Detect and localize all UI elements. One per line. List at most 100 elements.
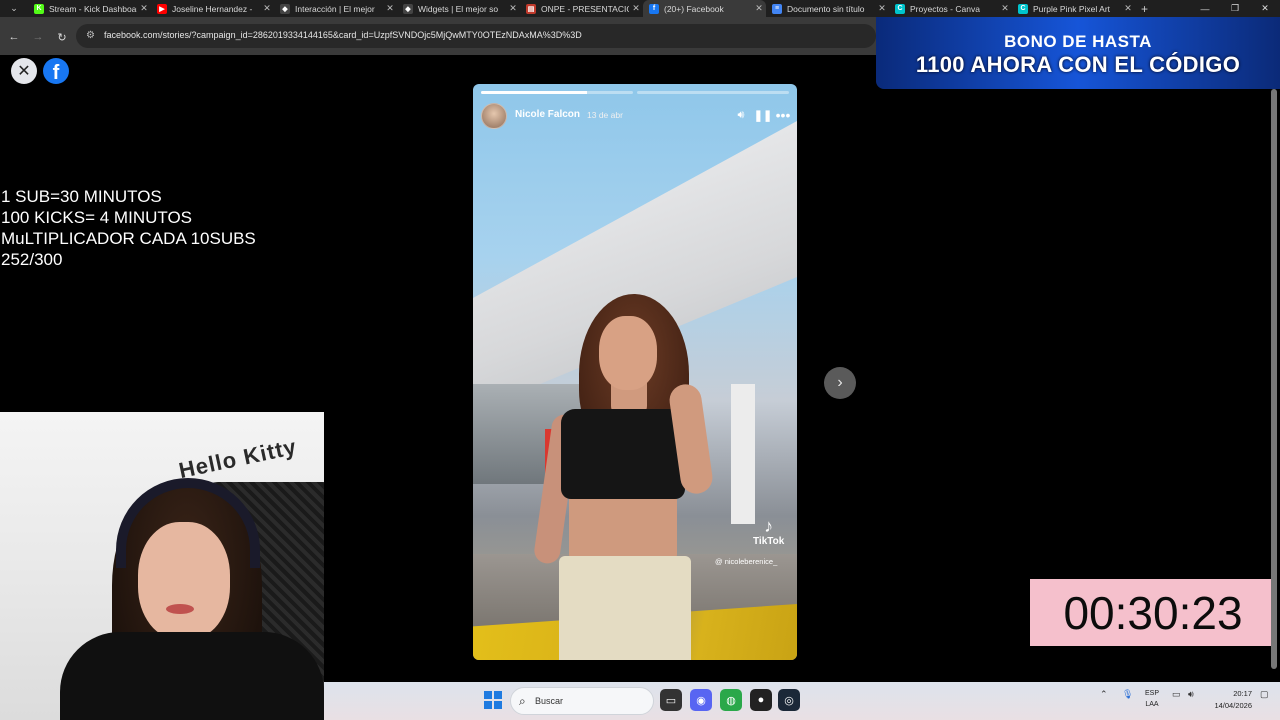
wall-decal-text: Hello Kitty bbox=[176, 433, 299, 484]
tab-close-icon[interactable]: ✕ bbox=[506, 3, 520, 14]
browser-tab[interactable]: ≡ Documento sin título ✕ bbox=[766, 0, 889, 17]
tab-close-icon[interactable]: ✕ bbox=[1121, 3, 1135, 14]
more-options-icon[interactable]: ••• bbox=[775, 107, 791, 123]
clock-time: 20:17 bbox=[1233, 689, 1252, 698]
close-icon: ✕ bbox=[17, 63, 31, 80]
facebook-icon: f bbox=[52, 62, 60, 84]
story-progress-segment bbox=[637, 91, 789, 94]
browser-tab[interactable]: ◆ Widgets | El mejor so ✕ bbox=[397, 0, 520, 17]
promo-banner: BONO DE HASTA 1100 AHORA CON EL CÓDIGO bbox=[876, 17, 1280, 89]
tab-close-icon[interactable]: ✕ bbox=[137, 3, 151, 14]
tab-title: Purple Pink Pixel Art bbox=[1033, 3, 1111, 14]
page-scrollbar[interactable] bbox=[1270, 89, 1278, 679]
browser-tab[interactable]: ▤ ONPE - PRESENTACIÓ ✕ bbox=[520, 0, 643, 17]
tab-title: Interacción | El mejor bbox=[295, 3, 375, 14]
steam-icon[interactable]: ◎ bbox=[778, 689, 800, 711]
new-tab-button[interactable]: + bbox=[1141, 2, 1148, 16]
browser-tab-bar: ⌄ K Stream - Kick Dashboard ✕ ▶ Joseline Her… bbox=[0, 0, 1280, 17]
facebook-logo[interactable]: f bbox=[43, 58, 69, 84]
keyboard-layout: LAA bbox=[1145, 701, 1159, 708]
task-view-icon[interactable]: ▭ bbox=[660, 689, 682, 711]
timer-value: 00:30:23 bbox=[1063, 586, 1243, 639]
browser-tab[interactable]: C Proyectos - Canva ✕ bbox=[889, 0, 1012, 17]
story-author-name[interactable]: Nicole Falcon bbox=[515, 109, 580, 120]
volume-icon[interactable]: 🔊︎ bbox=[733, 107, 749, 123]
language-indicator[interactable]: ESP LAA bbox=[1144, 688, 1160, 710]
overlay-line: 252/300 bbox=[1, 250, 63, 269]
overlay-line: 100 KICKS= 4 MINUTOS bbox=[1, 208, 193, 227]
tab-search-button[interactable]: ⌄ bbox=[0, 0, 28, 17]
back-icon[interactable]: ← bbox=[6, 29, 22, 45]
obs-icon[interactable]: ● bbox=[750, 689, 772, 711]
story-scene-pillar bbox=[731, 384, 755, 524]
minimize-button[interactable]: — bbox=[1190, 0, 1220, 17]
streamer-shirt bbox=[60, 632, 324, 720]
next-story-button[interactable]: › bbox=[824, 367, 856, 399]
story-viewer[interactable]: Nicole Falcon 13 de abr 🔊︎ ❚❚ ••• ♪ TikT… bbox=[473, 84, 797, 660]
site-settings-icon[interactable]: ⚙ bbox=[86, 30, 98, 42]
tabs-container: K Stream - Kick Dashboard ✕ ▶ Joseline Herna… bbox=[28, 0, 1135, 17]
reload-icon[interactable]: ↻ bbox=[54, 29, 70, 45]
search-icon: ⌕ bbox=[519, 694, 526, 708]
microphone-icon[interactable]: 🎙︎ bbox=[1122, 689, 1133, 700]
close-window-button[interactable]: ✕ bbox=[1250, 0, 1280, 17]
tab-favicon-icon: C bbox=[895, 3, 905, 14]
tab-favicon-icon: C bbox=[1018, 3, 1028, 14]
discord-icon[interactable]: ◉ bbox=[690, 689, 712, 711]
address-input[interactable]: ⚙ facebook.com/stories/?campaign_id=2862… bbox=[76, 24, 876, 48]
tab-close-icon[interactable]: ✕ bbox=[260, 3, 274, 14]
streamer-lips bbox=[166, 604, 194, 614]
story-date: 13 de abr bbox=[587, 110, 623, 120]
overlay-line: MuLTIPLICADOR CADA 10SUBS bbox=[1, 229, 256, 248]
browser-tab[interactable]: C Purple Pink Pixel Art ✕ bbox=[1012, 0, 1135, 17]
story-person-face bbox=[599, 316, 657, 390]
tab-close-icon[interactable]: ✕ bbox=[998, 3, 1012, 14]
tab-favicon-icon: ▶ bbox=[157, 3, 167, 14]
tab-title: Stream - Kick Dashboard bbox=[49, 3, 137, 14]
browser-tab[interactable]: f (20+) Facebook ✕ bbox=[643, 0, 766, 17]
tray-overflow-icon[interactable]: ⌃ bbox=[1100, 689, 1108, 700]
tab-favicon-icon: K bbox=[34, 3, 44, 14]
promo-line-1: BONO DE HASTA bbox=[1004, 32, 1152, 51]
url-text: facebook.com/stories/?campaign_id=286201… bbox=[104, 30, 582, 40]
story-progress-segment bbox=[481, 91, 633, 94]
scrollbar-thumb[interactable] bbox=[1271, 89, 1277, 669]
story-progress-bar bbox=[481, 91, 789, 94]
chevron-right-icon: › bbox=[837, 374, 843, 391]
windows-start-icon[interactable] bbox=[484, 691, 502, 709]
language-code: ESP bbox=[1144, 690, 1159, 697]
network-icon[interactable]: ▭ bbox=[1172, 689, 1181, 700]
tab-close-icon[interactable]: ✕ bbox=[383, 3, 397, 14]
tab-close-icon[interactable]: ✕ bbox=[875, 3, 889, 14]
tiktok-watermark: ♪ TikTok bbox=[753, 516, 784, 547]
story-header: Nicole Falcon 13 de abr 🔊︎ ❚❚ ••• bbox=[481, 102, 791, 130]
tab-favicon-icon: ◆ bbox=[403, 3, 413, 14]
stream-goal-overlay: 1 SUB=30 MINUTOS 100 KICKS= 4 MINUTOS Mu… bbox=[1, 186, 256, 270]
tab-favicon-icon: ≡ bbox=[772, 3, 782, 14]
taskbar-search[interactable]: ⌕ Buscar bbox=[510, 687, 654, 715]
taskbar-clock[interactable]: 20:17 14/04/2026 bbox=[1202, 688, 1252, 712]
clock-date: 14/04/2026 bbox=[1214, 701, 1252, 710]
maximize-button[interactable]: ❐ bbox=[1220, 0, 1250, 17]
chrome-icon[interactable]: ◍ bbox=[720, 689, 742, 711]
subathon-timer: 00:30:23 bbox=[1030, 579, 1276, 646]
tab-title: (20+) Facebook bbox=[664, 3, 724, 14]
notifications-icon[interactable]: ▢ bbox=[1260, 689, 1269, 700]
volume-tray-icon[interactable]: 🔊︎ bbox=[1188, 689, 1194, 700]
story-person-torso bbox=[569, 494, 677, 564]
webcam-overlay: Hello Kitty bbox=[0, 412, 324, 720]
tab-close-icon[interactable]: ✕ bbox=[752, 3, 766, 14]
browser-tab[interactable]: ◆ Interacción | El mejor ✕ bbox=[274, 0, 397, 17]
pause-icon[interactable]: ❚❚ bbox=[754, 107, 772, 123]
taskbar-search-placeholder: Buscar bbox=[535, 696, 564, 706]
tiktok-icon: ♪ bbox=[764, 516, 774, 536]
tab-title: Proyectos - Canva bbox=[910, 3, 980, 14]
tab-close-icon[interactable]: ✕ bbox=[629, 3, 643, 14]
tab-title: Joseline Hernandez - bbox=[172, 3, 253, 14]
windows-taskbar: ⌕ Buscar ▭ ◉ ◍ ● ◎ ⌃ 🎙︎ ESP LAA ▭ 🔊︎ 20:… bbox=[324, 682, 1280, 720]
forward-icon[interactable]: → bbox=[30, 29, 46, 45]
browser-tab[interactable]: ▶ Joseline Hernandez - ✕ bbox=[151, 0, 274, 17]
browser-tab[interactable]: K Stream - Kick Dashboard ✕ bbox=[28, 0, 151, 17]
close-stories-button[interactable]: ✕ bbox=[11, 58, 37, 84]
author-avatar[interactable] bbox=[481, 103, 507, 129]
